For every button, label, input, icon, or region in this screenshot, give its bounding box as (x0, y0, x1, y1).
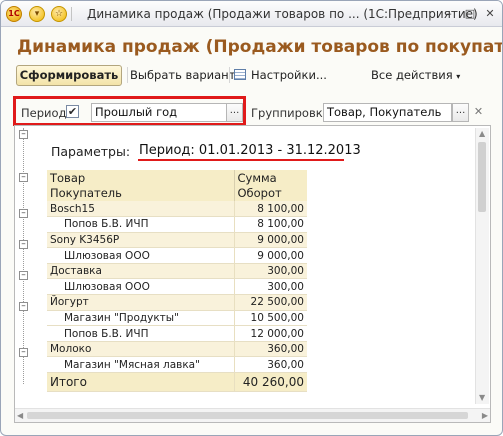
table-row[interactable]: Шлюзовая ООО 300,00 (47, 278, 307, 296)
maximize-button[interactable]: □ (463, 7, 477, 21)
page-title: Динамика продаж (Продажи товаров по поку… (17, 37, 502, 57)
total-row[interactable]: Итого 40 260,00 (47, 372, 307, 393)
table-row[interactable]: Sony K3456P 9 000,00 (47, 232, 307, 249)
period-checkbox[interactable]: ✔ (66, 105, 79, 118)
grouping-label: Группировка: (251, 106, 334, 120)
period-input[interactable]: Прошлый год (91, 103, 227, 122)
period-underline (138, 159, 344, 161)
app-logo-icon[interactable]: 1С (6, 6, 22, 22)
report-window: 1С ▾ ☆ Динамика продаж (Продажи товаров … (0, 0, 503, 436)
collapse-group-icon[interactable]: – (19, 302, 28, 311)
close-button[interactable]: ✕ (483, 7, 497, 21)
all-actions-label: Все действия (371, 68, 453, 82)
grouping-select-button[interactable]: ... (452, 103, 469, 122)
table-header-row: Товар Сумма (47, 170, 307, 186)
report-table: Товар Сумма Покупатель Оборот Bosch15 8 1… (47, 170, 307, 393)
horizontal-scrollbar[interactable]: ◀ ▶ (15, 408, 490, 422)
total-value: 40 260,00 (233, 372, 307, 393)
toolbar: Сформировать Выбрать вариант... Настройк… (13, 65, 493, 87)
params-period: Период: 01.01.2013 - 31.12.2013 (139, 143, 361, 158)
scroll-left-icon[interactable]: ◀ (17, 411, 23, 421)
table-row[interactable]: Йогурт 22 500,00 (47, 294, 307, 311)
favorites-star-icon[interactable]: ☆ (51, 6, 67, 22)
column-header: Покупатель (47, 185, 234, 201)
column-header: Товар (47, 170, 234, 186)
title-bar: 1С ▾ ☆ Динамика продаж (Продажи товаров … (1, 1, 502, 27)
settings-button[interactable]: Настройки... (251, 68, 327, 82)
collapse-table-icon[interactable]: – (19, 173, 28, 182)
table-row[interactable]: Молоко 360,00 (47, 341, 307, 358)
vertical-scroll-thumb[interactable] (478, 142, 486, 212)
generate-button[interactable]: Сформировать (16, 65, 122, 86)
column-header: Оборот (233, 185, 307, 201)
chevron-down-icon: ▾ (456, 72, 461, 81)
collapse-group-icon[interactable]: – (19, 271, 28, 280)
collapse-params-icon[interactable]: – (19, 130, 28, 139)
table-row[interactable]: Магазин "Продукты" 10 500,00 (47, 310, 307, 327)
scroll-up-icon[interactable]: ▲ (479, 129, 485, 139)
params-label: Параметры: (51, 144, 131, 159)
collapse-group-icon[interactable]: – (19, 348, 28, 357)
settings-icon[interactable] (234, 69, 246, 80)
period-label: Период: (21, 106, 71, 120)
collapse-group-icon[interactable]: – (19, 240, 28, 249)
clear-icon[interactable]: ✕ (471, 103, 486, 122)
scroll-right-icon[interactable]: ▶ (482, 411, 488, 421)
report-area[interactable]: – Параметры: Период: 01.01.2013 - 31.12.… (14, 125, 491, 423)
total-label: Итого (47, 372, 234, 393)
grouping-input[interactable]: Товар, Покупатель (323, 103, 452, 122)
vertical-scrollbar[interactable]: ▲ ▼ (475, 128, 489, 404)
horizontal-scroll-thumb[interactable] (27, 412, 468, 419)
main-menu-icon[interactable]: ▾ (29, 6, 45, 22)
table-header-row: Покупатель Оборот (47, 185, 307, 201)
table-row[interactable]: Шлюзовая ООО 9 000,00 (47, 247, 307, 264)
table-row[interactable]: Доставка 300,00 (47, 263, 307, 280)
table-row[interactable]: Попов Б.В. ИЧП 12 000,00 (47, 325, 307, 342)
window-title: Динамика продаж (Продажи товаров по ... … (87, 7, 478, 21)
table-row[interactable]: Попов Б.В. ИЧП 8 100,00 (47, 216, 307, 233)
all-actions-button[interactable]: Все действия ▾ (371, 68, 460, 82)
column-header: Сумма (233, 170, 307, 186)
table-row[interactable]: Магазин "Мясная лавка" 360,00 (47, 356, 307, 374)
table-row[interactable]: Bosch15 8 100,00 (47, 201, 307, 218)
collapse-group-icon[interactable]: – (19, 209, 28, 218)
scroll-down-icon[interactable]: ▼ (479, 393, 485, 403)
minimize-button[interactable]: – (442, 7, 456, 21)
period-select-button[interactable]: ... (226, 103, 243, 122)
